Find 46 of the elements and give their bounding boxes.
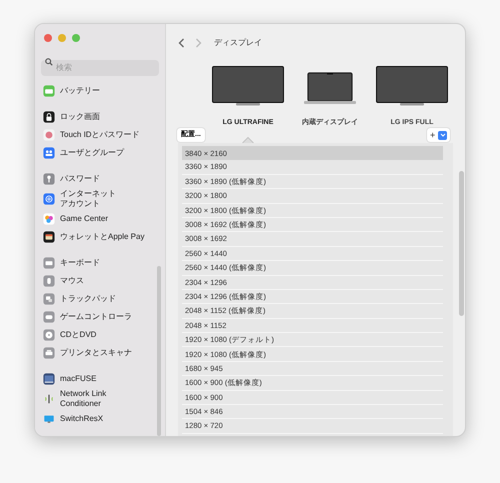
wallet-icon <box>43 231 55 243</box>
chevron-right-icon <box>194 38 202 48</box>
sidebar-item[interactable]: パスワード <box>43 170 157 188</box>
antenna-icon <box>43 393 55 405</box>
sidebar-item[interactable]: Touch IDとパスワード <box>43 126 157 144</box>
sidebar-item[interactable]: ゲームコントローラ <box>43 308 157 326</box>
keyboard-icon <box>43 257 55 269</box>
close-button[interactable] <box>44 34 52 42</box>
search-icon <box>45 58 53 66</box>
gamepad-icon <box>43 311 55 323</box>
people-icon <box>43 147 55 159</box>
add-label: + <box>430 130 436 140</box>
sidebar-item[interactable]: トラックパッド <box>43 290 157 308</box>
sidebar-item[interactable]: SwitchResX <box>43 410 157 428</box>
disc-icon <box>43 329 55 341</box>
sidebar-item[interactable]: Game Center <box>43 210 157 228</box>
sidebar-item[interactable]: ウォレットとApple Pay <box>43 228 157 246</box>
display-icon <box>43 413 55 425</box>
bubbles-icon <box>43 213 55 225</box>
chevron-left-icon <box>178 38 184 48</box>
sidebar-item[interactable]: CDとDVD <box>43 326 157 344</box>
search-field[interactable]: 検索 <box>41 60 159 76</box>
monitor-drawing[interactable] <box>212 66 284 106</box>
sidebar-item[interactable]: ユーザとグループ <box>43 144 157 162</box>
sidebar-item[interactable]: ロック画面 <box>43 108 157 126</box>
fingerprint-icon <box>43 129 55 141</box>
trackpad-icon <box>43 293 55 305</box>
sidebar-item[interactable]: マウス <box>43 272 157 290</box>
chevron-icon <box>438 130 448 140</box>
add-display-control[interactable]: + <box>427 128 450 142</box>
lock-icon <box>43 111 55 123</box>
printer-icon <box>43 347 55 359</box>
sidebar-item[interactable]: Network Link Conditioner <box>43 388 157 410</box>
sidebar-item[interactable]: macFUSE <box>43 370 157 388</box>
sidebar-item[interactable]: インターネット アカウント <box>43 188 157 210</box>
at-sign-icon <box>43 193 55 205</box>
drive-icon <box>43 373 55 385</box>
laptop-drawing[interactable] <box>304 70 356 106</box>
sidebar-item[interactable]: プリンタとスキャナ <box>43 344 157 362</box>
mouse-icon <box>43 275 55 287</box>
key-icon <box>43 173 55 185</box>
monitor-drawing[interactable] <box>376 66 448 106</box>
battery-icon <box>43 85 55 97</box>
sidebar-item[interactable]: バッテリー <box>43 82 157 100</box>
sidebar-item[interactable]: キーボード <box>43 254 157 272</box>
window-title: ディスプレイ <box>214 37 262 49</box>
